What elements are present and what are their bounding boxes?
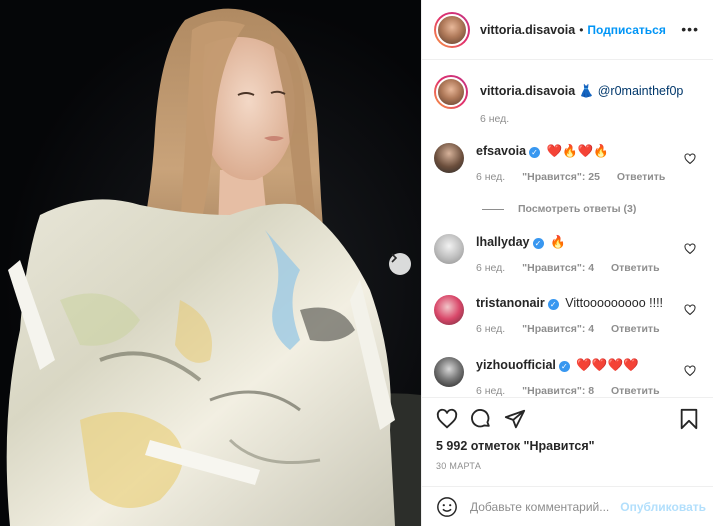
- reply-button[interactable]: Ответить: [617, 171, 666, 183]
- post-header: vittoria.disavoia • Подписаться •••: [422, 0, 713, 60]
- avatar: [436, 13, 468, 46]
- chevron-right-icon: [391, 253, 398, 263]
- comment-input[interactable]: [470, 499, 620, 514]
- caption: vittoria.disavoia 👗 @r0mainthef0p 6 нед.: [434, 75, 683, 125]
- post-comment-button[interactable]: Опубликовать: [620, 500, 706, 514]
- reply-button[interactable]: Ответить: [611, 323, 660, 335]
- reply-button[interactable]: Ответить: [611, 262, 660, 274]
- smile-icon[interactable]: [436, 496, 458, 518]
- comment-item: tristanonair ✓ Vittooooooooo !!!! 6 нед. …: [434, 295, 674, 335]
- dress-emoji: 👗: [578, 84, 595, 98]
- verified-badge-icon: ✓: [558, 361, 570, 372]
- verified-badge-icon: ✓: [547, 299, 559, 310]
- author-username[interactable]: vittoria.disavoia: [480, 23, 575, 37]
- post-photo[interactable]: [0, 0, 421, 526]
- heart-icon[interactable]: [436, 408, 458, 430]
- bookmark-icon[interactable]: [678, 408, 700, 430]
- likes-count[interactable]: 5 992 отметок "Нравится": [436, 439, 595, 453]
- comment-time[interactable]: 6 нед.: [476, 171, 505, 183]
- caption-username[interactable]: vittoria.disavoia: [480, 84, 575, 98]
- view-replies-label: Посмотреть ответы (3): [518, 203, 637, 215]
- author-avatar-ring[interactable]: [434, 11, 470, 48]
- view-replies-button[interactable]: Посмотреть ответы (3): [482, 203, 636, 215]
- caption-mention[interactable]: @r0mainthef0p: [598, 84, 684, 98]
- comment-likes[interactable]: "Нравится": 4: [522, 323, 594, 335]
- comment-icon[interactable]: [470, 408, 492, 430]
- comment-time[interactable]: 6 нед.: [476, 323, 505, 335]
- post-actions: 5 992 отметок "Нравится" 30 МАРТА: [422, 397, 713, 481]
- caption-time[interactable]: 6 нед.: [480, 113, 509, 125]
- avatar: [436, 77, 466, 107]
- comment-time[interactable]: 6 нед.: [476, 262, 505, 274]
- add-comment-bar: Опубликовать: [422, 486, 713, 526]
- comment-text: ❤️🔥❤️🔥: [546, 144, 609, 158]
- separator-dot: •: [579, 22, 584, 37]
- comment-likes[interactable]: "Нравится": 4: [522, 262, 594, 274]
- comments-list[interactable]: vittoria.disavoia 👗 @r0mainthef0p 6 нед.…: [422, 61, 713, 397]
- post-date[interactable]: 30 МАРТА: [436, 461, 481, 471]
- verified-badge-icon: ✓: [532, 238, 544, 249]
- share-icon[interactable]: [504, 408, 526, 430]
- comment-text: ❤️❤️❤️❤️: [576, 358, 639, 372]
- comment-likes[interactable]: "Нравится": 25: [522, 171, 600, 183]
- comment-username[interactable]: tristanonair: [476, 296, 545, 310]
- caption-avatar-ring[interactable]: [434, 75, 468, 109]
- comment-username[interactable]: efsavoia: [476, 144, 526, 158]
- like-comment-heart-icon[interactable]: [684, 365, 696, 377]
- avatar[interactable]: [434, 234, 464, 264]
- comment-likes[interactable]: "Нравится": 8: [522, 385, 594, 397]
- reply-button[interactable]: Ответить: [611, 385, 660, 397]
- follow-button[interactable]: Подписаться: [587, 23, 665, 37]
- comment-item: yizhouofficial ✓ ❤️❤️❤️❤️ 6 нед. "Нравитс…: [434, 357, 674, 397]
- post-sidebar: vittoria.disavoia • Подписаться ••• vitt…: [421, 0, 713, 526]
- comment-username[interactable]: yizhouofficial: [476, 358, 556, 372]
- verified-badge-icon: ✓: [529, 147, 541, 158]
- like-comment-heart-icon[interactable]: [684, 243, 696, 255]
- avatar[interactable]: [434, 143, 464, 173]
- like-comment-heart-icon[interactable]: [684, 304, 696, 316]
- comment-item: lhallyday ✓ 🔥 6 нед. "Нравится": 4 Ответи…: [434, 234, 674, 274]
- more-options-icon[interactable]: •••: [681, 22, 699, 36]
- next-photo-button[interactable]: [389, 253, 411, 275]
- photo-illustration: [6, 8, 421, 526]
- avatar[interactable]: [434, 357, 464, 387]
- comment-username[interactable]: lhallyday: [476, 235, 530, 249]
- avatar[interactable]: [434, 295, 464, 325]
- comment-item: efsavoia ✓ ❤️🔥❤️🔥 6 нед. "Нравится": 25 О…: [434, 143, 679, 183]
- comment-text: 🔥: [549, 235, 566, 249]
- comment-time[interactable]: 6 нед.: [476, 385, 505, 397]
- comment-text: Vittooooooooo !!!!: [565, 296, 664, 310]
- post-viewer: vittoria.disavoia • Подписаться ••• vitt…: [0, 0, 713, 526]
- like-comment-heart-icon[interactable]: [684, 153, 696, 165]
- replies-divider: [482, 208, 504, 210]
